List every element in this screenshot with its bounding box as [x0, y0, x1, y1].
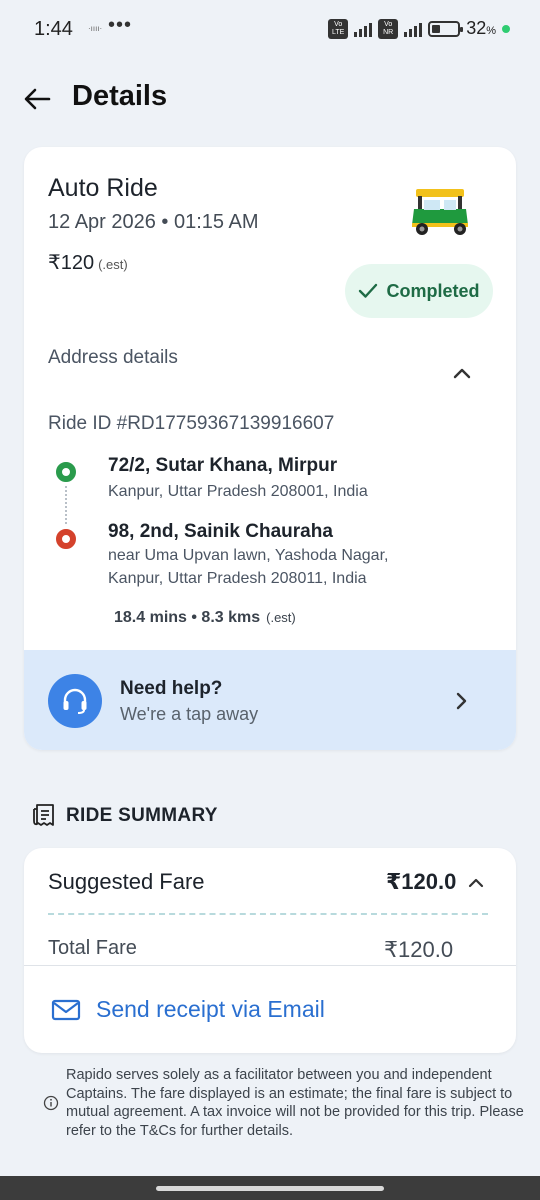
volte-icon: Vo LTE: [328, 18, 349, 39]
chevron-up-icon[interactable]: [450, 362, 474, 386]
address-details-label: Address details: [48, 347, 178, 368]
price-value: ₹120: [48, 252, 95, 274]
ride-datetime: 12 Apr 2026 • 01:15 AM: [48, 211, 259, 233]
home-gesture-handle[interactable]: [156, 1186, 384, 1191]
help-icon-circle: [48, 674, 102, 728]
send-receipt-label: Send receipt via Email: [96, 996, 325, 1022]
ride-summary-title: RIDE SUMMARY: [66, 805, 218, 826]
info-icon: [43, 1095, 59, 1111]
more-notifications-icon: •••: [108, 14, 133, 36]
auto-rickshaw-icon: [412, 189, 468, 235]
route-connector: [65, 486, 67, 524]
headset-icon: [63, 688, 87, 714]
battery-icon: [428, 20, 464, 37]
drop-marker-icon: [56, 529, 76, 549]
status-time: 1:44: [34, 18, 73, 40]
signal-5g-icon: [404, 21, 423, 37]
help-title: Need help?: [120, 678, 223, 699]
chevron-up-icon[interactable]: [466, 873, 486, 893]
pickup-address: Kanpur, Uttar Pradesh 208001, India: [108, 483, 368, 500]
need-help-row[interactable]: Need help? We're a tap away: [24, 650, 516, 750]
total-fare-value: ₹120.0: [384, 937, 454, 962]
pickup-marker-icon: [56, 462, 76, 482]
fare-card: Suggested Fare ₹120.0 Total Fare ₹120.0 …: [24, 848, 516, 1053]
privacy-indicator-icon: [502, 24, 510, 33]
check-icon: [359, 283, 378, 298]
arrow-left-icon: [24, 88, 51, 110]
page-title: Details: [72, 80, 168, 112]
chevron-right-icon: [456, 692, 467, 710]
trip-stats: 18.4 mins • 8.3 kms (.est): [114, 609, 296, 627]
trip-stats-note: (.est): [266, 610, 296, 625]
drop-title: 98, 2nd, Sainik Chauraha: [108, 521, 333, 542]
price-note: (.est): [98, 257, 128, 272]
status-badge: Completed: [345, 264, 493, 318]
battery-percent: 32%: [466, 18, 496, 38]
suggested-fare-value: ₹120.0: [386, 869, 457, 894]
status-bar: 1:44 ·ıııı· ••• Vo LTE Vo NR 32%: [0, 0, 540, 60]
disclaimer-text: Rapido serves solely as a facilitator be…: [66, 1067, 524, 1139]
fare-divider: [48, 913, 488, 915]
trip-stats-value: 18.4 mins • 8.3 kms: [114, 609, 261, 626]
drop-address-line2: Kanpur, Uttar Pradesh 208011, India: [108, 570, 367, 587]
ride-id: Ride ID #RD17759367139916607: [48, 413, 335, 434]
send-receipt-email-button[interactable]: Send receipt via Email: [24, 966, 516, 1053]
pickup-title: 72/2, Sutar Khana, Mirpur: [108, 455, 338, 476]
signal-icon: [354, 21, 373, 37]
receipt-icon: [33, 804, 54, 826]
suggested-fare-label: Suggested Fare: [48, 869, 205, 894]
back-button[interactable]: [20, 82, 54, 116]
mail-icon: [51, 999, 81, 1021]
battery-level: [432, 24, 441, 33]
ride-type-title: Auto Ride: [48, 174, 158, 202]
status-text: Completed: [386, 280, 480, 301]
ride-price: ₹120 (.est): [48, 250, 128, 275]
vonr-icon: Vo NR: [378, 18, 399, 39]
navigation-bar: [0, 1176, 540, 1200]
drop-address-line1: near Uma Upvan lawn, Yashoda Nagar,: [108, 547, 389, 564]
help-subtitle: We're a tap away: [120, 704, 259, 724]
total-fare-label: Total Fare: [48, 937, 137, 959]
ride-details-card: Auto Ride 12 Apr 2026 • 01:15 AM ₹120 (.e…: [24, 147, 516, 750]
notification-icon: ·ıııı·: [88, 24, 103, 33]
